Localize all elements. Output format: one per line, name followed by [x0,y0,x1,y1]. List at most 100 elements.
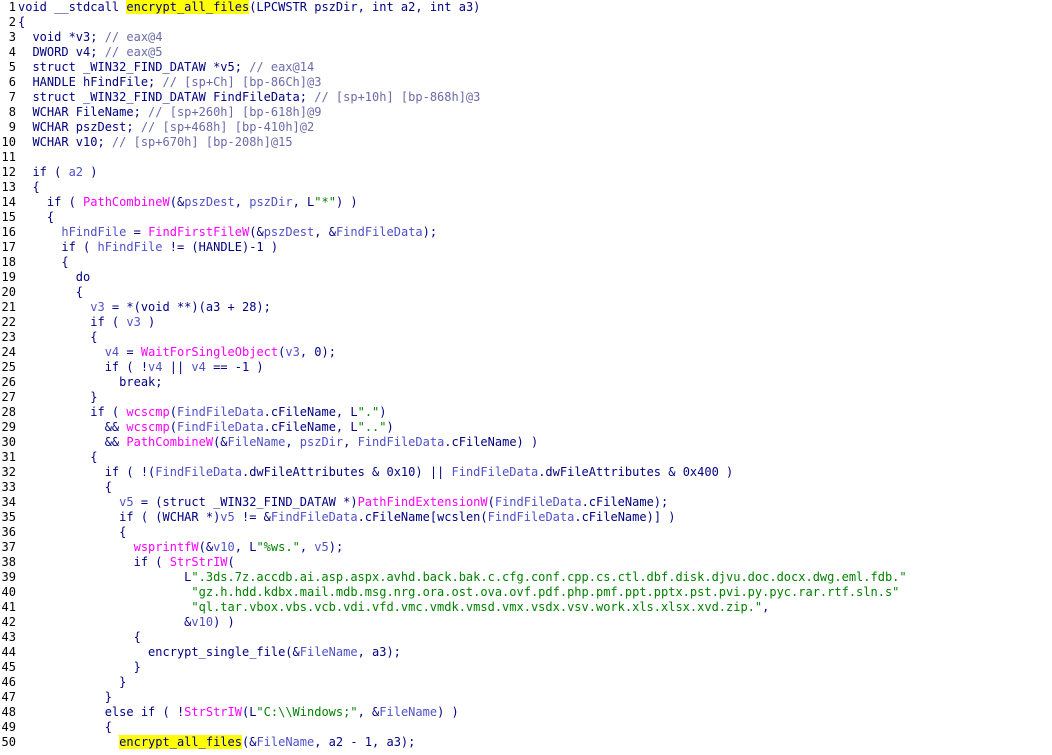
code-token: ) [83,165,98,179]
code-line[interactable]: 47 } [0,690,1052,705]
code-line[interactable]: 50 encrypt_all_files(&FileName, a2 - 1, … [0,735,1052,750]
code-line[interactable]: 13 { [0,180,1052,195]
code-token: DWORD v4; [18,45,105,59]
code-line[interactable]: 16 hFindFile = FindFirstFileW(&pszDest, … [0,225,1052,240]
line-number: 39 [1,570,16,584]
code-line[interactable]: 17 if ( hFindFile != (HANDLE)-1 ) [0,240,1052,255]
code-token: , a3); [357,645,401,659]
code-token: = (struct _WIN32_FIND_DATAW *) [133,495,358,509]
line-number: 1 [8,0,16,14]
code-line[interactable]: 12 if ( a2 ) [0,165,1052,180]
code-token: // [sp+260h] [bp-618h]@9 [148,105,322,119]
line-number: 47 [1,690,16,704]
code-line[interactable]: 5 struct _WIN32_FIND_DATAW *v5; // eax@1… [0,60,1052,75]
line-number: 37 [1,540,16,554]
code-line[interactable]: 14 if ( PathCombineW(&pszDest, pszDir, L… [0,195,1052,210]
code-line[interactable]: 49 { [0,720,1052,735]
code-token: a2 [68,165,84,179]
code-line[interactable]: 48 else if ( !StrStrIW(L"C:\\Windows;", … [0,705,1052,720]
code-line[interactable]: 45 } [0,660,1052,675]
code-token: if ( [18,240,98,254]
code-token: if ( [18,405,127,419]
code-line[interactable]: 18 { [0,255,1052,270]
code-line[interactable]: 20 { [0,285,1052,300]
code-token: WaitForSingleObject [140,345,279,359]
code-text: } [18,660,141,675]
code-line[interactable]: 25 if ( !v4 || v4 == -1 ) [0,360,1052,375]
code-line[interactable]: 26 break; [0,375,1052,390]
code-token: ) ) [437,705,459,719]
code-line[interactable]: 29 && wcscmp(FindFileData.cFileName, L".… [0,420,1052,435]
code-line[interactable]: 21 v3 = *(void **)(a3 + 28); [0,300,1052,315]
code-token: v5 [220,510,235,524]
code-token: FileName [379,705,438,719]
code-line[interactable]: 19 do [0,270,1052,285]
code-line[interactable]: 3 void *v3; // eax@4 [0,30,1052,45]
code-line[interactable]: 24 v4 = WaitForSingleObject(v3, 0); [0,345,1052,360]
line-number: 8 [8,105,16,119]
vertical-scrollbar[interactable] [1046,0,1052,755]
code-line[interactable]: 46 } [0,675,1052,690]
line-number: 12 [1,165,16,179]
code-token: if ( ! [18,360,149,374]
code-line[interactable]: 35 if ( (WCHAR *)v5 != &FindFileData.cFi… [0,510,1052,525]
code-token: .dwFileAttributes & 0x400 ) [538,465,734,479]
line-number: 18 [1,255,16,269]
code-line[interactable]: 27 } [0,390,1052,405]
code-token: PathCombineW [83,195,170,209]
code-line[interactable]: 4 DWORD v4; // eax@5 [0,45,1052,60]
code-token: FindFirstFileW [148,225,250,239]
code-line[interactable]: 1 void __stdcall encrypt_all_files(LPCWST… [0,0,1052,15]
code-token: , [299,540,315,554]
code-text: v4 = WaitForSingleObject(v3, 0); [18,345,336,360]
code-token: ) [386,420,394,434]
code-token: if ( !( [18,465,156,479]
code-line[interactable]: 36 { [0,525,1052,540]
line-number: 11 [1,150,16,164]
code-line[interactable]: 31 { [0,450,1052,465]
code-line[interactable]: 6 HANDLE hFindFile; // [sp+Ch] [bp-86Ch]… [0,75,1052,90]
code-token: WCHAR v10; [18,135,112,149]
line-number: 42 [1,615,16,629]
code-text: do [18,270,90,285]
code-line[interactable]: 2{ [0,15,1052,30]
code-line[interactable]: 30 && PathCombineW(&FileName, pszDir, Fi… [0,435,1052,450]
code-line[interactable]: 40 "gz.h.hdd.kdbx.mail.mdb.msg.nrg.ora.o… [0,585,1052,600]
code-token: (& [241,735,257,749]
code-token: = *(void **)(a3 + 28); [104,300,271,314]
code-token: // eax@4 [104,30,163,44]
code-line[interactable]: 8 WCHAR FileName; // [sp+260h] [bp-618h]… [0,105,1052,120]
code-line[interactable]: 42 &v10) ) [0,615,1052,630]
code-line[interactable]: 9 WCHAR pszDest; // [sp+468h] [bp-410h]@… [0,120,1052,135]
code-line[interactable]: 7 struct _WIN32_FIND_DATAW FindFileData;… [0,90,1052,105]
code-token: // [sp+10h] [bp-868h]@3 [314,90,481,104]
code-line[interactable]: 34 v5 = (struct _WIN32_FIND_DATAW *)Path… [0,495,1052,510]
code-line[interactable]: 15 { [0,210,1052,225]
code-text: { [18,525,126,540]
code-line[interactable]: 41 "ql.tar.vbox.vbs.vcb.vdi.vfd.vmc.vmdk… [0,600,1052,615]
code-line[interactable]: 22 if ( v3 ) [0,315,1052,330]
code-token: if ( (WCHAR *) [18,510,221,524]
code-text: v3 = *(void **)(a3 + 28); [18,300,271,315]
line-number: 46 [1,675,16,689]
code-line[interactable]: 43 { [0,630,1052,645]
code-line[interactable]: 23 { [0,330,1052,345]
code-line[interactable]: 32 if ( !(FindFileData.dwFileAttributes … [0,465,1052,480]
code-line[interactable]: 39 L".3ds.7z.accdb.ai.asp.aspx.avhd.back… [0,570,1052,585]
code-line[interactable]: 37 wsprintfW(&v10, L"%ws.", v5); [0,540,1052,555]
code-line[interactable]: 33 { [0,480,1052,495]
code-text: else if ( !StrStrIW(L"C:\\Windows;", &Fi… [18,705,459,720]
code-line[interactable]: 28 if ( wcscmp(FindFileData.cFileName, L… [0,405,1052,420]
code-line[interactable]: 38 if ( StrStrIW( [0,555,1052,570]
line-number: 28 [1,405,16,419]
code-line[interactable]: 11 [0,150,1052,165]
code-line[interactable]: 44 encrypt_single_file(&FileName, a3); [0,645,1052,660]
pseudocode-view[interactable]: 1 void __stdcall encrypt_all_files(LPCWST… [0,0,1052,755]
code-token: || [162,360,192,374]
code-token: { [18,525,127,539]
code-text: } [18,390,97,405]
code-line[interactable]: 10 WCHAR v10; // [sp+670h] [bp-208h]@15 [0,135,1052,150]
code-token: ) [379,405,387,419]
